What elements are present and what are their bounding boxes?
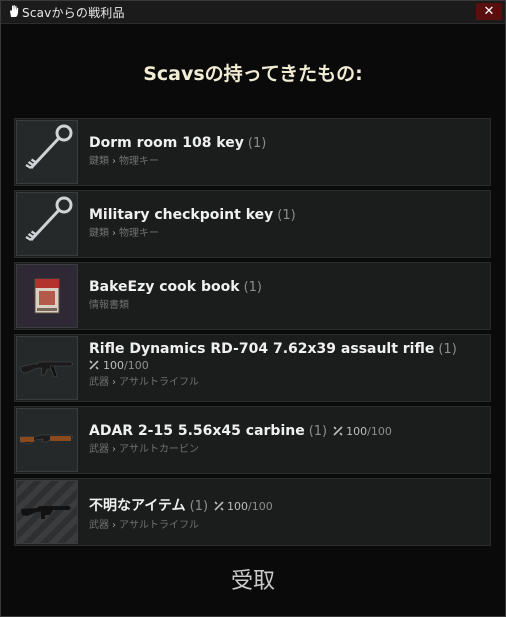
loot-heading: Scavsの持ってきたもの: — [143, 63, 363, 85]
wrench-icon — [89, 360, 99, 370]
item-name-text: Military checkpoint key — [89, 207, 274, 223]
category-separator: › — [112, 444, 116, 455]
item-thumbnail — [16, 408, 78, 472]
category-text: 武器 — [89, 444, 109, 455]
item-name-text: ADAR 2-15 5.56x45 carbine — [89, 423, 305, 439]
book-icon — [34, 278, 60, 314]
item-category: 武器 › アサルトライフル — [89, 516, 482, 531]
loot-item[interactable]: Rifle Dynamics RD-704 7.62x39 assault ri… — [14, 334, 491, 402]
durability-max: /100 — [124, 359, 149, 372]
item-category: 鍵類 › 物理キー — [89, 224, 482, 239]
item-durability: 100/100 — [89, 359, 482, 372]
item-name-text: Dorm room 108 key — [89, 135, 244, 151]
title-bar[interactable]: Scavからの戦利品 ✕ — [1, 1, 505, 24]
rifle-icon — [19, 361, 74, 378]
item-count: (1) — [247, 136, 267, 151]
item-thumbnail — [16, 120, 78, 184]
subcategory-text: アサルトライフル — [119, 377, 199, 388]
category-text: 鍵類 — [89, 228, 109, 239]
loot-item[interactable]: ADAR 2-15 5.56x45 carbine (1) 100/100 武器 › ア… — [14, 406, 491, 474]
category-text: 武器 — [89, 520, 109, 531]
item-name: Rifle Dynamics RD-704 7.62x39 assault ri… — [89, 341, 482, 357]
item-name-text: BakeEzy cook book — [89, 279, 240, 295]
item-name: BakeEzy cook book (1) — [89, 279, 482, 295]
category-text: 武器 — [89, 377, 109, 388]
wrench-icon — [333, 426, 343, 436]
loot-item[interactable]: 不明なアイテム (1) 100/100 武器 › アサルトライフル — [14, 478, 491, 546]
item-category: 武器 › アサルトカービン — [89, 440, 482, 455]
item-name-text: Rifle Dynamics RD-704 7.62x39 assault ri… — [89, 341, 435, 357]
subcategory-text: アサルトカービン — [119, 444, 199, 455]
durability-value: 100 — [103, 359, 124, 372]
category-text: 情報書類 — [89, 300, 129, 311]
close-button[interactable]: ✕ — [476, 3, 502, 20]
item-category: 武器 › アサルトライフル — [89, 373, 482, 388]
item-thumbnail — [16, 192, 78, 256]
carbine-icon — [19, 434, 74, 445]
item-name: ADAR 2-15 5.56x45 carbine (1) 100/100 — [89, 423, 482, 439]
category-separator: › — [112, 520, 116, 531]
durability-value: 100 — [227, 500, 249, 513]
take-button[interactable]: 受取 — [1, 563, 505, 595]
category-separator: › — [112, 156, 116, 167]
close-icon: ✕ — [483, 4, 495, 19]
item-count: (1) — [438, 342, 457, 357]
wrench-icon — [214, 501, 224, 511]
item-thumbnail — [16, 480, 78, 544]
subcategory-text: 物理キー — [119, 228, 159, 239]
durability-value: 100 — [346, 425, 368, 438]
item-category: 情報書類 — [89, 296, 482, 311]
subcategory-text: 物理キー — [119, 156, 159, 167]
item-thumbnail — [16, 336, 78, 400]
category-separator: › — [112, 228, 116, 239]
window-title: Scavからの戦利品 — [22, 6, 125, 20]
item-durability: 100/100 — [333, 425, 392, 438]
item-thumbnail — [16, 264, 78, 328]
category-text: 鍵類 — [89, 156, 109, 167]
durability-max: /100 — [248, 500, 273, 513]
item-count: (1) — [308, 424, 328, 439]
item-count: (1) — [277, 208, 296, 223]
item-name: Military checkpoint key (1) — [89, 207, 482, 223]
unknown-rifle-icon — [21, 506, 71, 519]
loot-window: Scavからの戦利品 ✕ Scavsの持ってきたもの: Dorm room 10… — [0, 0, 506, 617]
item-durability: 100/100 — [214, 500, 273, 513]
item-count: (1) — [189, 499, 209, 514]
item-count: (1) — [243, 280, 262, 295]
item-name: Dorm room 108 key (1) — [89, 135, 482, 151]
loot-item[interactable]: BakeEzy cook book (1) 情報書類 — [14, 262, 491, 330]
key-icon — [25, 124, 73, 170]
durability-max: /100 — [367, 425, 392, 438]
item-name: 不明なアイテム (1) 100/100 — [89, 495, 482, 515]
loot-item[interactable]: Dorm room 108 key (1) 鍵類 › 物理キー — [14, 118, 491, 186]
item-category: 鍵類 › 物理キー — [89, 152, 482, 167]
key-icon — [25, 196, 73, 242]
hand-icon — [10, 5, 19, 17]
loot-item[interactable]: Military checkpoint key (1) 鍵類 › 物理キー — [14, 190, 491, 258]
item-name-text: 不明なアイテム — [89, 498, 186, 514]
subcategory-text: アサルトライフル — [119, 520, 199, 531]
category-separator: › — [112, 377, 116, 388]
loot-list: Dorm room 108 key (1) 鍵類 › 物理キー Military ch… — [14, 118, 491, 550]
